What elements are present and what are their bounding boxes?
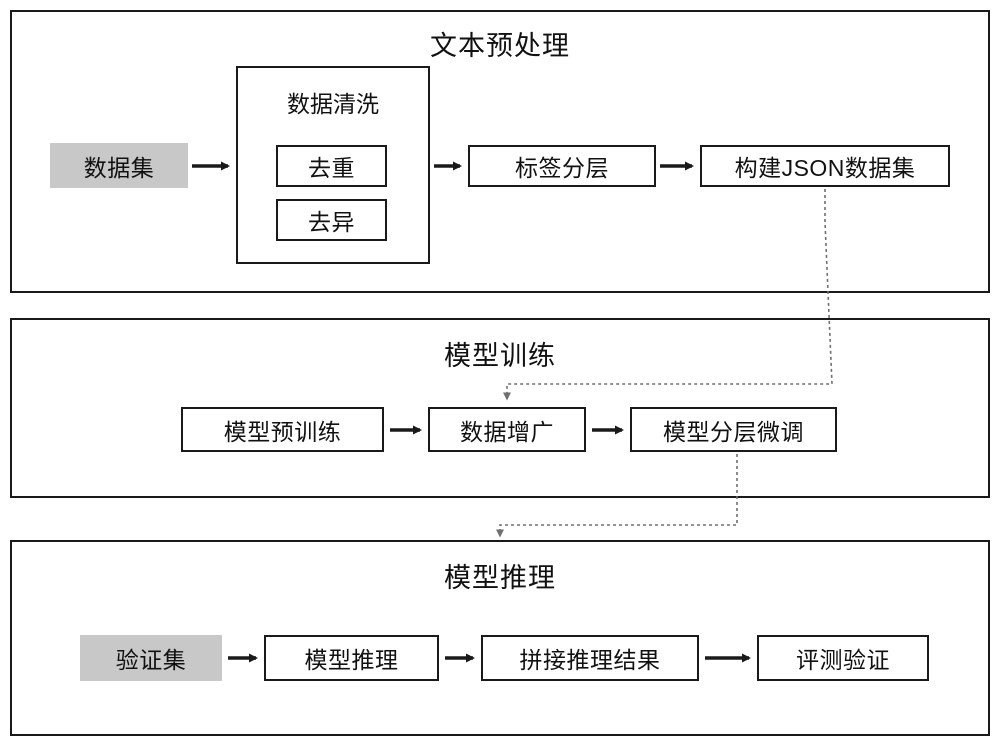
- node-finetune[interactable]: 模型分层微调: [630, 407, 837, 452]
- node-finetune-label: 模型分层微调: [663, 418, 804, 445]
- node-dedup-label: 去重: [308, 155, 355, 181]
- node-valset[interactable]: 验证集: [80, 635, 222, 681]
- node-valset-label: 验证集: [115, 647, 187, 673]
- node-label-layering[interactable]: 标签分层: [468, 145, 656, 187]
- node-build-json-label: 构建JSON数据集: [734, 155, 916, 181]
- node-build-json[interactable]: 构建JSON数据集: [700, 145, 950, 187]
- group-data-cleaning-label: 数据清洗: [287, 91, 379, 117]
- node-outlier[interactable]: 去异: [276, 199, 387, 241]
- node-merge-results-label: 拼接推理结果: [519, 647, 661, 673]
- panel-title-preprocessing: 文本预处理: [430, 31, 570, 61]
- node-pretrain-label: 模型预训练: [223, 418, 342, 445]
- node-pretrain[interactable]: 模型预训练: [181, 407, 384, 452]
- node-dataset[interactable]: 数据集: [50, 143, 188, 188]
- panel-title-inference: 模型推理: [444, 563, 556, 593]
- panel-title-training: 模型训练: [444, 341, 556, 371]
- node-augment-label: 数据增广: [460, 418, 554, 445]
- node-label-layering-label: 标签分层: [515, 155, 609, 181]
- node-model-infer-label: 模型推理: [304, 647, 399, 673]
- node-dedup[interactable]: 去重: [276, 145, 387, 187]
- diagram-canvas: 文本预处理 数据集 数据清洗 去重 去异 标签分层 构建JSON数据集 模型训练…: [0, 0, 1000, 746]
- node-augment[interactable]: 数据增广: [428, 407, 586, 452]
- node-merge-results[interactable]: 拼接推理结果: [481, 635, 699, 681]
- node-evaluate-label: 评测验证: [796, 647, 890, 673]
- node-model-infer[interactable]: 模型推理: [264, 635, 439, 681]
- node-evaluate[interactable]: 评测验证: [757, 635, 929, 681]
- node-outlier-label: 去异: [308, 209, 355, 235]
- node-dataset-label: 数据集: [83, 154, 155, 181]
